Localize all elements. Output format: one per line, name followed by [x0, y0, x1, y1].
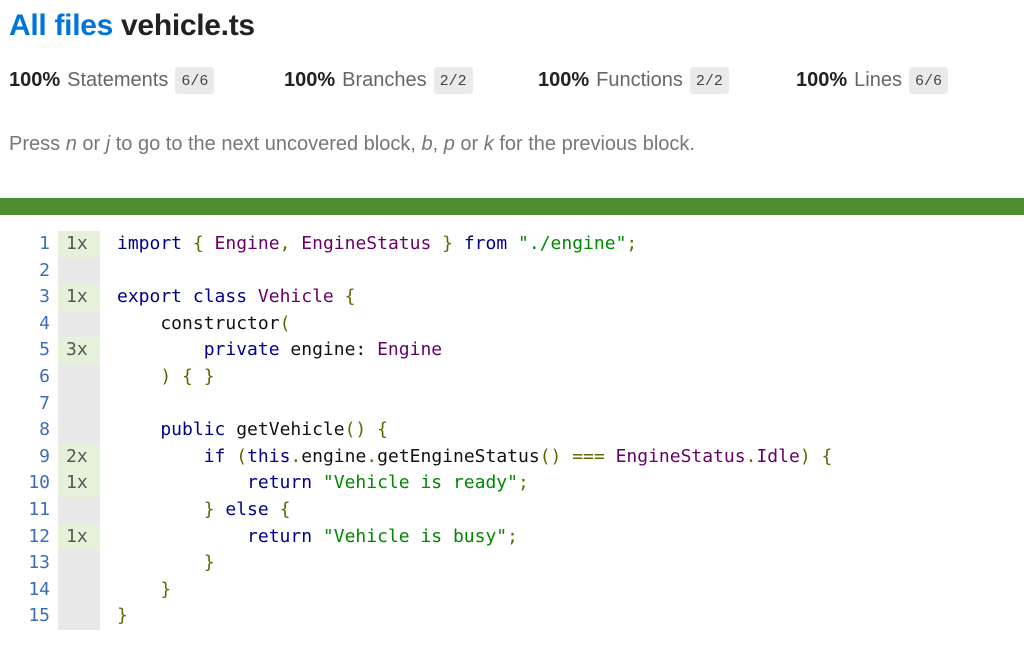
code-line: 12 1x return "Vehicle is busy"; — [0, 523, 1024, 551]
help-text-2: or — [76, 133, 106, 155]
hit-count: 1x — [58, 231, 100, 258]
hit-count — [58, 310, 100, 338]
hit-count — [58, 603, 100, 630]
source-code: ) { } — [117, 365, 215, 387]
statements-fraction: 6/6 — [175, 66, 215, 94]
hit-count — [58, 390, 100, 418]
statements-stat: 100% Statements 6/6 — [9, 64, 215, 96]
hit-count: 3x — [58, 337, 100, 364]
page-title: All files vehicle.ts — [9, 9, 255, 43]
source-code: } — [117, 552, 215, 574]
line-number-link[interactable]: 7 — [0, 391, 50, 418]
functions-label: Functions — [596, 68, 683, 91]
help-key-p: p — [443, 133, 455, 155]
coverage-status-bar — [0, 198, 1024, 215]
hit-count: 1x — [58, 470, 100, 497]
hit-count: 1x — [58, 523, 100, 551]
hit-count — [58, 550, 100, 577]
line-number-link[interactable]: 9 — [0, 444, 50, 471]
help-key-k: k — [483, 133, 494, 155]
line-number-link[interactable]: 4 — [0, 311, 50, 338]
line-number-link[interactable]: 10 — [0, 470, 50, 497]
code-line: 9 2x if (this.engine.getEngineStatus() ==… — [0, 443, 1024, 471]
source-code: constructor( — [117, 312, 291, 334]
line-number-link[interactable]: 5 — [0, 337, 50, 364]
line-number-link[interactable]: 8 — [0, 417, 50, 444]
code-line: 7 — [0, 390, 1024, 418]
source-code: } — [117, 578, 172, 600]
help-key-b: b — [421, 133, 433, 155]
source-code: import { Engine, EngineStatus } from "./… — [117, 233, 638, 254]
source-code: return "Vehicle is ready"; — [117, 472, 529, 494]
statements-label: Statements — [67, 68, 169, 91]
help-text-1: Press — [9, 133, 66, 155]
branches-fraction: 2/2 — [433, 66, 473, 94]
branches-label: Branches — [342, 68, 427, 91]
lines-label: Lines — [854, 68, 902, 91]
code-line: 2 — [0, 257, 1024, 285]
line-number-link[interactable]: 6 — [0, 364, 50, 391]
source-code: if (this.engine.getEngineStatus() === En… — [117, 445, 833, 467]
lines-stat: 100% Lines 6/6 — [796, 64, 948, 96]
source-code: } — [117, 605, 128, 627]
statements-percent: 100% — [9, 68, 61, 91]
lines-percent: 100% — [796, 68, 848, 91]
source-code: return "Vehicle is busy"; — [117, 525, 518, 547]
code-line: 3 1x export class Vehicle { — [0, 284, 1024, 311]
hit-count — [58, 576, 100, 604]
code-line: 15} — [0, 603, 1024, 630]
branches-stat: 100% Branches 2/2 — [284, 64, 473, 96]
hit-count — [58, 417, 100, 444]
source-code: export class Vehicle { — [117, 286, 356, 308]
line-number-link[interactable]: 1 — [0, 231, 50, 258]
help-text-5: or — [454, 133, 484, 155]
line-number-link[interactable]: 14 — [0, 577, 50, 604]
keyboard-help-text: Press n or j to go to the next uncovered… — [9, 133, 695, 156]
code-line: 8 public getVehicle() { — [0, 417, 1024, 444]
hit-count — [58, 363, 100, 391]
help-text-4: , — [432, 133, 444, 155]
code-line: 10 1x return "Vehicle is ready"; — [0, 470, 1024, 497]
hit-count: 2x — [58, 443, 100, 471]
code-line: 11 } else { — [0, 496, 1024, 524]
functions-stat: 100% Functions 2/2 — [538, 64, 729, 96]
line-number-link[interactable]: 11 — [0, 497, 50, 524]
lines-fraction: 6/6 — [908, 66, 948, 94]
branches-percent: 100% — [284, 68, 336, 91]
hit-count — [58, 257, 100, 285]
functions-percent: 100% — [538, 68, 590, 91]
line-number-link[interactable]: 2 — [0, 258, 50, 285]
source-code: private engine: Engine — [117, 339, 443, 361]
hit-count — [58, 496, 100, 524]
line-number-link[interactable]: 13 — [0, 550, 50, 577]
help-text-3: to go to the next uncovered block, — [110, 133, 422, 155]
line-number-link[interactable]: 15 — [0, 603, 50, 630]
code-line: 5 3x private engine: Engine — [0, 337, 1024, 364]
help-key-n: n — [65, 133, 77, 155]
code-line: 4 constructor( — [0, 310, 1024, 338]
source-code: public getVehicle() { — [117, 419, 388, 441]
line-number-link[interactable]: 3 — [0, 284, 50, 311]
code-line: 1 1x import { Engine, EngineStatus } from … — [0, 231, 1024, 258]
hit-count: 1x — [58, 284, 100, 311]
source-code: } else { — [117, 498, 291, 520]
code-line: 14 } — [0, 576, 1024, 604]
code-line: 6 ) { } — [0, 363, 1024, 391]
functions-fraction: 2/2 — [689, 66, 729, 94]
help-text-6: for the previous block. — [493, 133, 695, 155]
line-number-link[interactable]: 12 — [0, 524, 50, 551]
file-name: vehicle.ts — [121, 9, 255, 42]
code-line: 13 } — [0, 550, 1024, 577]
source-code-table: 1 1x import { Engine, EngineStatus } from … — [0, 231, 1024, 630]
all-files-link[interactable]: All files — [9, 9, 113, 42]
